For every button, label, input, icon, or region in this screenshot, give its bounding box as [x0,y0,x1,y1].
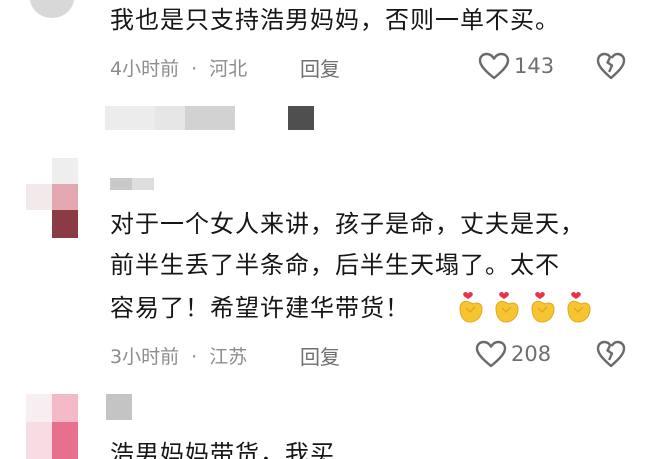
comment-time: 4小时前 [110,58,180,80]
heart-hands-emoji [495,292,519,323]
avatar[interactable] [26,158,82,238]
heart-hands-emoji [531,292,555,323]
emoji-row [456,290,596,330]
heart-outline-icon[interactable] [475,340,507,368]
like-count: 143 [514,54,555,78]
pixelated-username [110,178,160,190]
heart-hands-emoji [459,292,483,323]
comment-text-line-2: 前半生丢了半条命，后半生天塌了。太不 [110,251,560,279]
comment-text: 我也是只支持浩男妈妈，否则一单不买。 [110,6,560,34]
comment-meta: 3小时前 · 江苏 [110,342,247,369]
heart-hands-emoji [567,292,591,323]
avatar[interactable] [26,394,82,459]
comment-text-line-3: 容易了！希望许建华带货！ [110,294,410,322]
comment-location: 江苏 [209,346,248,368]
like-count: 208 [511,342,552,366]
heart-outline-icon[interactable] [478,52,510,80]
meta-separator: · [191,58,198,80]
broken-heart-icon[interactable] [596,52,626,80]
pixelated-username [106,394,136,420]
broken-heart-icon[interactable] [596,340,626,368]
comment-text: 浩男妈妈带货，我买 [110,440,335,459]
reply-button[interactable]: 回复 [300,53,340,82]
comment-meta: 4小时前 · 河北 [110,54,247,81]
meta-separator: · [191,346,198,368]
comment-2: 对于一个女人来讲，孩子是命，丈夫是天， 前半生丢了半条命，后半生天塌了。太不 容… [0,150,660,380]
comment-text-line-1: 对于一个女人来讲，孩子是命，丈夫是天， [110,210,585,238]
avatar[interactable] [30,0,74,18]
comment-location: 河北 [209,58,248,80]
comment-3: 浩男妈妈带货，我买 [0,388,660,459]
comment-time: 3小时前 [110,346,180,368]
comment-1: 我也是只支持浩男妈妈，否则一单不买。 4小时前 · 河北 回复 143 [0,0,660,100]
pixelated-username [0,100,660,140]
reply-button[interactable]: 回复 [300,341,340,370]
